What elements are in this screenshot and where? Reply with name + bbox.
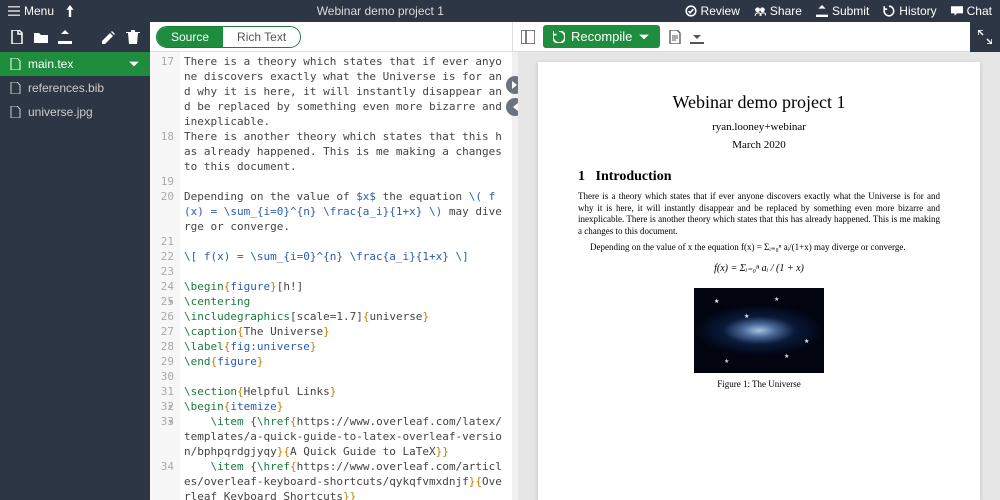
up-button[interactable] xyxy=(64,5,76,17)
file-item[interactable]: references.bib xyxy=(0,76,150,100)
share-icon xyxy=(754,5,766,17)
universe-image xyxy=(694,288,824,373)
doc-figure: Figure 1: The Universe xyxy=(578,288,940,389)
file-item[interactable]: main.tex xyxy=(0,52,150,76)
history-icon xyxy=(883,5,895,17)
doc-para-2: Depending on the value of x the equation… xyxy=(578,242,940,254)
menu-button[interactable]: Menu xyxy=(8,4,54,18)
section-heading: 1 Introduction xyxy=(578,169,940,185)
doc-date: March 2020 xyxy=(578,139,940,151)
rename-icon[interactable] xyxy=(102,30,116,44)
review-button[interactable]: Review xyxy=(685,4,740,18)
top-toolbar: Menu Webinar demo project 1 Review Share… xyxy=(0,0,1000,22)
recompile-button[interactable]: Recompile xyxy=(543,25,660,48)
review-icon xyxy=(685,5,697,17)
file-item[interactable]: universe.jpg xyxy=(0,100,150,124)
history-button[interactable]: History xyxy=(883,4,936,18)
share-button[interactable]: Share xyxy=(754,4,802,18)
source-tab[interactable]: Source xyxy=(157,27,223,47)
doc-para-1: There is a theory which states that if e… xyxy=(578,191,940,238)
logs-icon[interactable] xyxy=(668,30,682,44)
up-arrow-icon xyxy=(64,5,76,17)
pdf-page: Webinar demo project 1 ryan.looney+webin… xyxy=(538,62,980,500)
figure-caption: Figure 1: The Universe xyxy=(578,379,940,389)
file-icon xyxy=(10,82,22,94)
download-icon[interactable] xyxy=(690,30,704,44)
pdf-preview[interactable]: Webinar demo project 1 ryan.looney+webin… xyxy=(518,52,1000,500)
code-editor[interactable]: 1718192021222324 ▾25262728293031 ▾32 ▾33… xyxy=(150,52,512,500)
doc-title: Webinar demo project 1 xyxy=(578,92,940,113)
second-toolbar: Source Rich Text Recompile xyxy=(0,22,1000,52)
doc-author: ryan.looney+webinar xyxy=(578,121,940,133)
hamburger-icon xyxy=(8,5,20,17)
submit-icon xyxy=(816,5,828,17)
chevron-down-icon xyxy=(128,58,140,70)
file-icon xyxy=(10,58,22,70)
project-title: Webinar demo project 1 xyxy=(76,4,685,18)
recompile-icon xyxy=(553,31,565,43)
upload-icon[interactable] xyxy=(58,30,72,44)
menu-label: Menu xyxy=(24,4,54,18)
submit-button[interactable]: Submit xyxy=(816,4,869,18)
doc-equation: f(x) = Σᵢ₌₀ⁿ aᵢ / (1 + x) xyxy=(578,263,940,274)
new-file-icon[interactable] xyxy=(10,30,24,44)
file-tree: main.texreferences.bibuniverse.jpg xyxy=(0,52,150,500)
richtext-tab[interactable]: Rich Text xyxy=(223,27,300,47)
delete-icon[interactable] xyxy=(126,30,140,44)
new-folder-icon[interactable] xyxy=(34,30,48,44)
chat-icon xyxy=(951,5,963,17)
chevron-down-icon xyxy=(638,31,650,43)
editor-mode-toggle[interactable]: Source Rich Text xyxy=(156,26,301,48)
file-icon xyxy=(10,106,22,118)
chat-button[interactable]: Chat xyxy=(951,4,992,18)
toggle-pane-icon[interactable] xyxy=(521,30,535,44)
expand-icon[interactable] xyxy=(978,30,992,44)
